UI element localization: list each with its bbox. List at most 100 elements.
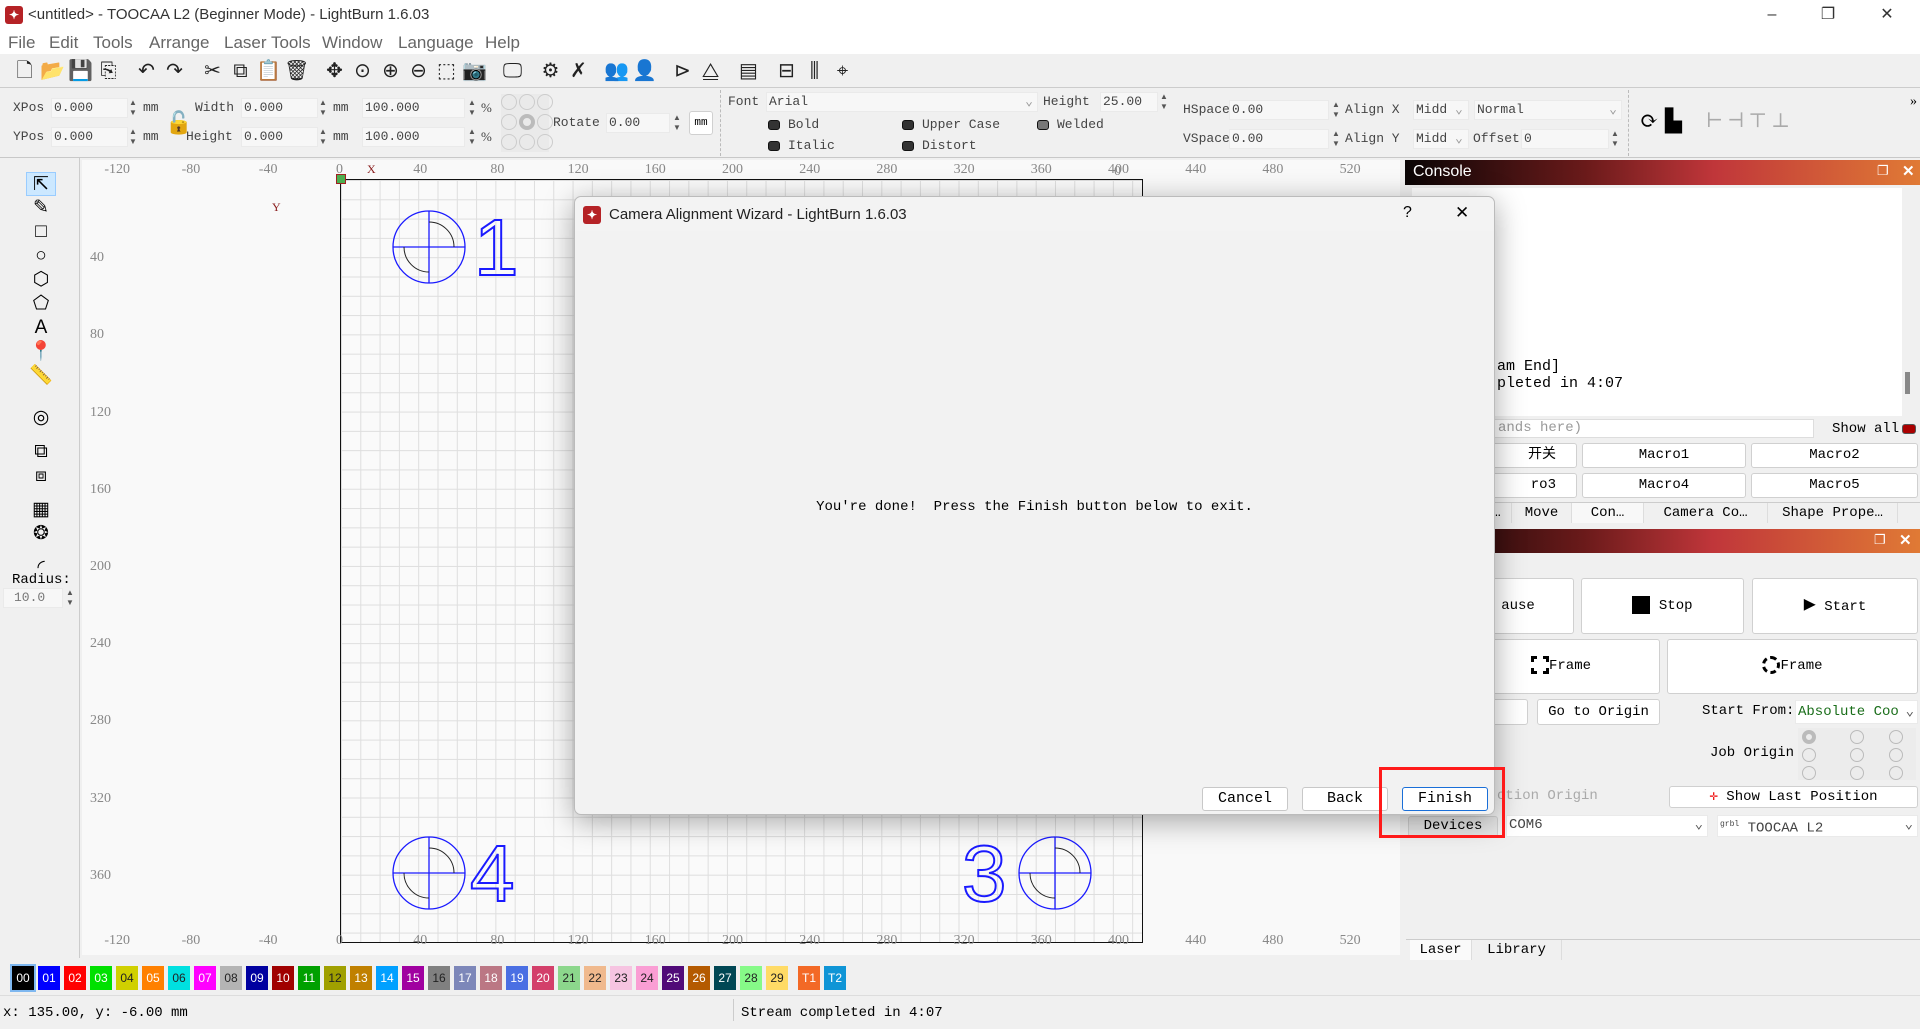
polyline-icon[interactable]: ⬠ [26, 292, 56, 316]
zoom-out-icon[interactable]: ⊖ [406, 58, 431, 84]
snap-icon[interactable]: ⌖ [830, 58, 855, 84]
show-last-position-button[interactable]: ✛ Show Last Position [1669, 786, 1918, 808]
palette-color-29[interactable]: 29 [766, 966, 788, 990]
palette-color-25[interactable]: 25 [662, 966, 684, 990]
height-spinner[interactable]: ▲ ▼ [318, 127, 328, 147]
width-input[interactable]: 0.000 [241, 98, 318, 118]
float-icon[interactable]: ❐ [1874, 532, 1886, 548]
go-to-origin-button[interactable]: Go to Origin [1537, 699, 1660, 725]
laser-machine-icon[interactable]: ▙ [1665, 108, 1682, 134]
settings-icon[interactable]: ⚙ [538, 58, 563, 84]
palette-color-15[interactable]: 15 [402, 966, 424, 990]
redo-icon[interactable]: ↷ [162, 58, 187, 84]
cut-icon[interactable]: ✂ [200, 58, 225, 84]
monitor-icon[interactable]: 🖵 [500, 58, 525, 84]
menu-tools[interactable]: Tools [93, 33, 133, 53]
palette-color-T1[interactable]: T1 [798, 966, 820, 990]
text-icon[interactable]: A [26, 316, 56, 340]
palette-color-24[interactable]: 24 [636, 966, 658, 990]
tab-move[interactable]: Move [1512, 503, 1572, 523]
height-percent-input[interactable]: 100.000 [362, 127, 465, 147]
finish-button[interactable]: Finish [1402, 787, 1488, 811]
tab-laser[interactable]: Laser [1410, 940, 1472, 960]
mirror-h-icon[interactable]: ⊳ [670, 58, 695, 84]
toolbar-overflow-button[interactable]: » [1910, 94, 1917, 110]
menu-help[interactable]: Help [485, 33, 520, 53]
measure-icon[interactable]: 📏 [26, 364, 56, 388]
palette-color-26[interactable]: 26 [688, 966, 710, 990]
anchor-point-grid[interactable] [501, 94, 553, 152]
user-icon[interactable]: 👤 [632, 58, 657, 84]
palette-color-21[interactable]: 21 [558, 966, 580, 990]
palette-color-22[interactable]: 22 [584, 966, 606, 990]
text-height-spinner[interactable]: ▲ ▼ [1159, 92, 1169, 112]
radius-spinner[interactable]: ▲ ▼ [65, 588, 75, 608]
menu-edit[interactable]: Edit [49, 33, 78, 53]
palette-color-10[interactable]: 10 [272, 966, 294, 990]
ypos-spinner[interactable]: ▲ ▼ [128, 127, 138, 147]
hspace-input[interactable]: 0.00 [1229, 100, 1329, 120]
palette-color-14[interactable]: 14 [376, 966, 398, 990]
text-height-input[interactable]: 25.00 [1100, 92, 1158, 112]
vspace-spinner[interactable]: ▲ ▼ [1331, 129, 1341, 149]
ypos-input[interactable]: 0.000 [51, 127, 128, 147]
import-icon[interactable]: ⎘ [96, 58, 121, 84]
palette-color-13[interactable]: 13 [350, 966, 372, 990]
circular-array-icon[interactable]: ❂ [26, 522, 56, 546]
distribute-v-icon[interactable]: ⫼ [802, 58, 827, 84]
palette-color-19[interactable]: 19 [506, 966, 528, 990]
menu-window[interactable]: Window [322, 33, 382, 53]
minimize-button[interactable]: – [1750, 2, 1794, 28]
open-folder-icon[interactable]: 📂 [40, 58, 65, 84]
italic-checkbox[interactable] [768, 141, 780, 151]
target-mark-3[interactable] [1018, 836, 1092, 910]
xpos-input[interactable]: 0.000 [51, 98, 128, 118]
tools-icon[interactable]: ✗ [566, 58, 591, 84]
job-origin-grid[interactable] [1798, 728, 1916, 780]
back-button[interactable]: Back [1302, 787, 1388, 811]
width-percent-input[interactable]: 100.000 [362, 98, 465, 118]
menu-language[interactable]: Language [398, 33, 474, 53]
help-button[interactable]: ? [1403, 204, 1412, 222]
port-select[interactable]: COM6 ⌄ [1506, 815, 1708, 837]
distort-checkbox[interactable] [902, 141, 914, 151]
welded-checkbox[interactable] [1037, 120, 1049, 130]
palette-color-01[interactable]: 01 [38, 966, 60, 990]
palette-color-06[interactable]: 06 [168, 966, 190, 990]
height-input[interactable]: 0.000 [241, 127, 318, 147]
offset-input[interactable]: 0 [1521, 129, 1609, 149]
frame-circle-button[interactable]: Frame [1667, 639, 1918, 694]
menu-arrange[interactable]: Arrange [149, 33, 209, 53]
offset-icon[interactable]: ◎ [26, 406, 56, 430]
palette-color-20[interactable]: 20 [532, 966, 554, 990]
close-icon[interactable]: ✕ [1899, 531, 1912, 549]
palette-color-27[interactable]: 27 [714, 966, 736, 990]
menu-laser-tools[interactable]: Laser Tools [224, 33, 311, 53]
move-icon[interactable]: ✥ [322, 58, 347, 84]
palette-color-12[interactable]: 12 [324, 966, 346, 990]
bold-checkbox[interactable] [768, 120, 780, 130]
palette-color-08[interactable]: 08 [220, 966, 242, 990]
show-all-toggle[interactable] [1902, 424, 1916, 434]
mirror-v-icon[interactable]: ⧋ [698, 58, 723, 84]
ellipse-icon[interactable]: ○ [26, 244, 56, 268]
palette-color-18[interactable]: 18 [480, 966, 502, 990]
macro-button[interactable]: Macro2 [1751, 443, 1918, 468]
stop-button[interactable]: Stop [1581, 578, 1744, 634]
offset-spinner[interactable]: ▲ ▼ [1610, 129, 1620, 149]
tab-console[interactable]: Con… [1572, 503, 1644, 523]
delete-icon[interactable]: 🗑 [284, 58, 309, 84]
camera-icon[interactable]: 📷 [462, 58, 487, 84]
close-button[interactable]: ✕ [1865, 2, 1909, 28]
text-mode-select[interactable]: Normal ⌄ [1474, 100, 1622, 120]
cancel-button[interactable]: Cancel [1202, 787, 1288, 811]
undo-icon[interactable]: ↶ [134, 58, 159, 84]
tab-library[interactable]: Library [1472, 940, 1562, 960]
palette-color-17[interactable]: 17 [454, 966, 476, 990]
new-file-icon[interactable]: 🗋 [12, 58, 37, 84]
palette-color-T2[interactable]: T2 [824, 966, 846, 990]
menu-file[interactable]: File [8, 33, 35, 53]
console-scrollbar[interactable] [1905, 372, 1910, 394]
target-mark-4[interactable] [392, 836, 466, 910]
boolean-weld-icon[interactable]: ⧈ [26, 464, 56, 488]
